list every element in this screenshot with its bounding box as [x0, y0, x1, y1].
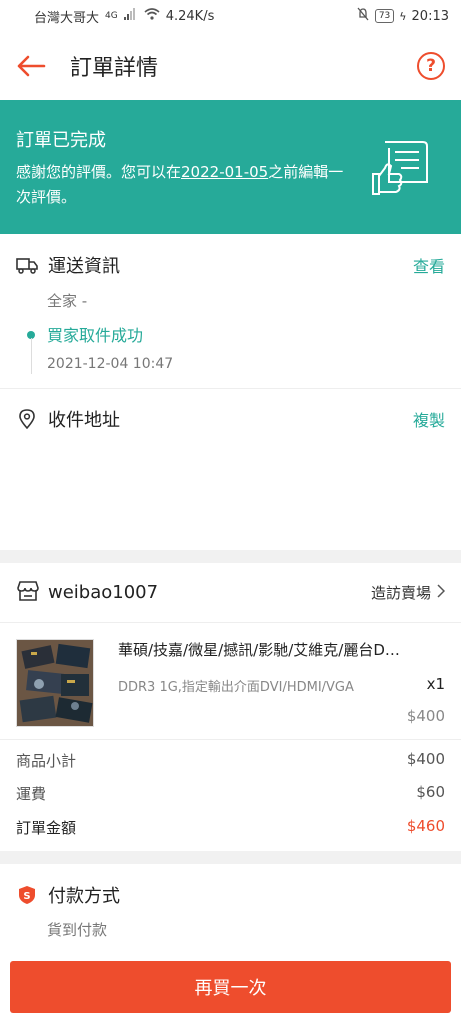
product-thumbnail[interactable]	[16, 639, 94, 727]
payment-section: S 付款方式 貨到付款	[0, 864, 461, 949]
delivery-status: 買家取件成功	[47, 326, 144, 345]
review-illustration-icon	[367, 138, 431, 198]
visit-shop-link[interactable]: 造訪賣場	[370, 582, 446, 603]
copy-address-link[interactable]: 複製	[413, 407, 445, 431]
order-total-label: 訂單金額	[16, 819, 77, 837]
section-divider	[0, 739, 461, 740]
network-speed: 4.24K/s	[165, 8, 215, 24]
buy-again-button[interactable]: 再買一次	[10, 961, 451, 1013]
mute-icon	[356, 7, 370, 25]
back-arrow-icon[interactable]	[16, 51, 46, 81]
shipping-fee-row: 運費 $60	[16, 783, 445, 804]
battery-level: 73	[374, 9, 395, 23]
truck-icon	[16, 254, 38, 276]
location-pin-icon	[16, 408, 38, 430]
shipping-fee-value: $60	[416, 783, 445, 801]
shop-icon	[16, 580, 40, 606]
subtotal-value: $400	[406, 750, 445, 768]
shop-header[interactable]: weibao1007 造訪賣場	[0, 563, 461, 623]
shipping-info-header: 運送資訊 查看	[0, 250, 461, 280]
subtotal-row: 商品小計 $400	[16, 750, 445, 771]
carrier-name: 台灣大哥大	[34, 10, 100, 26]
clock: 20:13	[411, 8, 449, 24]
status-bar: 台灣大哥大 4G 4.24K/s 73 ϟ 20:13	[0, 0, 461, 32]
bottom-action-bar: 再買一次	[0, 949, 461, 1024]
review-message: 感謝您的評價。您可以在2022-01-05之前編輯一次評價。	[16, 163, 344, 206]
chevron-right-icon	[437, 583, 446, 602]
tracking-line	[31, 338, 32, 374]
shop-section: weibao1007 造訪賣場 華碩/技嘉/微星/撼訊/影馳/艾維克/麗台D… …	[0, 563, 461, 851]
payment-label: 付款方式	[48, 886, 120, 907]
address-label: 收件地址	[48, 410, 120, 431]
visit-shop-label: 造訪賣場	[370, 584, 431, 602]
svg-text:S: S	[23, 891, 30, 902]
wifi-icon	[144, 8, 160, 24]
product-quantity: x1	[426, 675, 445, 693]
section-divider	[0, 388, 461, 389]
product-variation: DDR3 1G,指定輸出介面DVI/HDMI/VGA	[118, 680, 354, 695]
product-name[interactable]: 華碩/技嘉/微星/撼訊/影馳/艾維克/麗台D…	[118, 639, 446, 660]
page-title: 訂單詳情	[70, 56, 159, 81]
logistics-carrier: 全家 -	[47, 292, 88, 310]
shipping-fee-label: 運費	[16, 785, 47, 803]
order-total-row: 訂單金額 $460	[16, 817, 445, 838]
payment-header: S 付款方式	[0, 880, 461, 910]
shop-name: weibao1007	[48, 582, 159, 603]
review-deadline-link[interactable]: 2022-01-05	[181, 163, 268, 181]
view-shipping-link[interactable]: 查看	[413, 253, 445, 277]
delivery-timestamp: 2021-12-04 10:47	[47, 356, 174, 372]
network-indicator: 4G	[105, 11, 118, 21]
order-status-banner: 訂單已完成 感謝您的評價。您可以在2022-01-05之前編輯一次評價。	[0, 100, 461, 234]
shipping-section: 運送資訊 查看 全家 - 買家取件成功 2021-12-04 10:47 收件地…	[0, 234, 461, 550]
payment-method: 貨到付款	[47, 921, 108, 939]
product-price: $400	[406, 707, 445, 725]
order-total-value: $460	[406, 817, 445, 835]
shield-icon: S	[16, 884, 38, 906]
shipping-info-label: 運送資訊	[48, 256, 120, 277]
subtotal-label: 商品小計	[16, 752, 77, 770]
charging-icon: ϟ	[399, 9, 407, 23]
address-header: 收件地址 複製	[0, 404, 461, 434]
help-icon[interactable]: ?	[417, 52, 445, 80]
signal-icon	[123, 8, 138, 24]
app-header: 訂單詳情 ?	[0, 32, 461, 100]
